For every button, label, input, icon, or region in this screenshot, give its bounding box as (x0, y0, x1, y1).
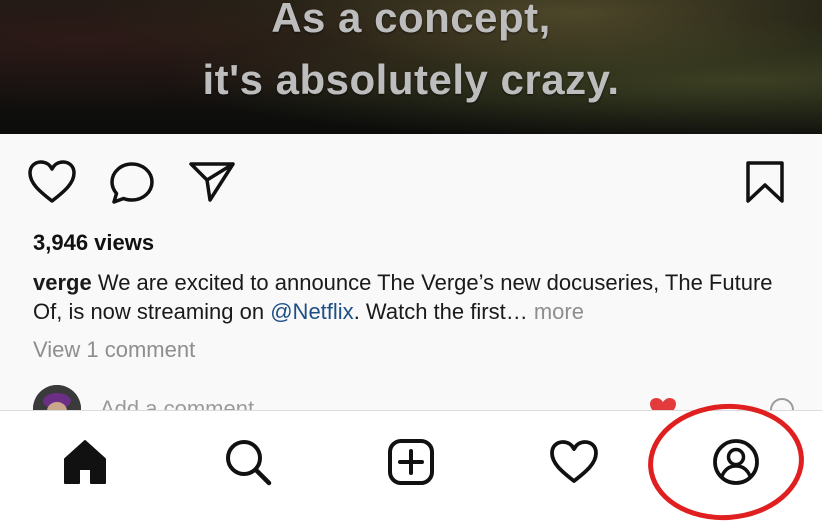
speech-bubble-icon (110, 162, 154, 204)
paper-plane-icon (189, 162, 235, 202)
nav-activity[interactable] (549, 437, 599, 487)
video-player[interactable]: As a concept, it's absolutely crazy. (0, 0, 822, 134)
nav-search[interactable] (223, 437, 273, 487)
instagram-post-screen: As a concept, it's absolutely crazy. 3,9… (0, 0, 822, 522)
plus-square-icon (388, 439, 434, 485)
view-comments-link[interactable]: View 1 comment (33, 337, 195, 363)
caption-username[interactable]: verge (33, 270, 92, 295)
view-count[interactable]: 3,946 views (33, 230, 154, 256)
save-button[interactable] (745, 160, 785, 204)
nav-profile[interactable] (711, 437, 761, 487)
caption-more-link[interactable]: more (528, 299, 584, 324)
nav-home[interactable] (60, 437, 110, 487)
nav-create[interactable] (386, 437, 436, 487)
share-button[interactable] (188, 160, 236, 204)
home-icon (64, 440, 106, 484)
caption-text-2: . Watch the first… (353, 299, 528, 324)
like-button[interactable] (27, 159, 77, 205)
heart-outline-icon (28, 160, 76, 203)
search-icon (226, 440, 272, 486)
profile-icon (713, 439, 759, 485)
comment-button[interactable] (108, 160, 156, 206)
bottom-nav-bar (0, 410, 822, 522)
video-subtitle-line-2: it's absolutely crazy. (202, 56, 620, 103)
caption-mention-link[interactable]: @Netflix (270, 299, 353, 324)
post-caption: verge We are excited to announce The Ver… (33, 268, 803, 326)
heart-icon (550, 440, 598, 483)
video-subtitle-line-1: As a concept, (271, 0, 551, 41)
bookmark-icon (746, 161, 784, 203)
